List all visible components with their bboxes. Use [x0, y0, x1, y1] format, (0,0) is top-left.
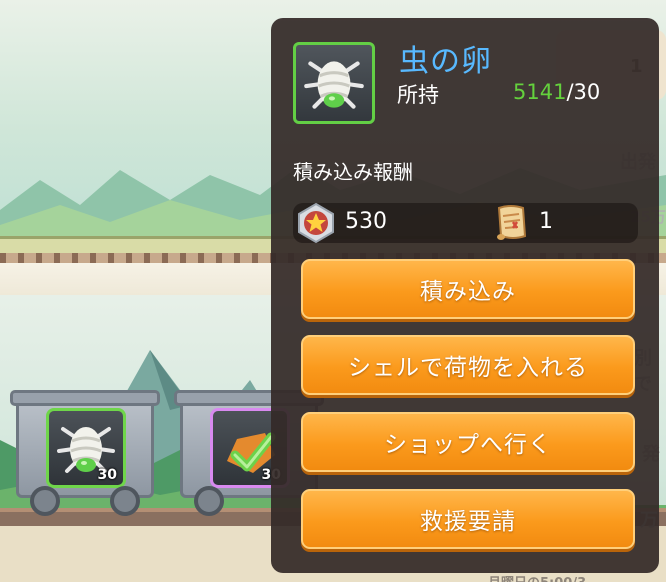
owned-count: 5141/30: [513, 80, 600, 104]
item-info-popup: 虫の卵 所持 5141/30 積み込み報酬 530 1 積み込み シェルで荷物を…: [271, 18, 659, 573]
reward-title: 積み込み報酬: [293, 160, 413, 184]
request-help-button[interactable]: 救援要請: [301, 489, 635, 549]
cart-item-count: 30: [97, 467, 117, 483]
reward-medal-value: 530: [345, 209, 387, 234]
bug-egg-icon: [304, 61, 364, 109]
star-medal-icon: [298, 202, 334, 244]
owned-max: /30: [566, 80, 601, 104]
cart-wheel: [194, 486, 224, 516]
item-name: 虫の卵: [399, 44, 492, 79]
reward-bar: 530 1: [293, 202, 638, 244]
reward-scroll-value: 1: [539, 209, 553, 234]
scroll-map-icon: [497, 205, 527, 240]
owned-current: 5141: [513, 80, 567, 104]
owned-label: 所持: [397, 83, 439, 107]
load-with-shell-button[interactable]: シェルで荷物を入れる: [301, 335, 635, 395]
cart-cargo-slot[interactable]: 30: [46, 408, 126, 488]
cargo-cart[interactable]: 30: [10, 388, 160, 516]
cart-rim: [10, 390, 160, 406]
cart-wheel: [110, 486, 140, 516]
load-cargo-button[interactable]: 積み込み: [301, 259, 635, 319]
cart-wheel: [30, 486, 60, 516]
go-to-shop-button[interactable]: ショップへ行く: [301, 412, 635, 472]
item-icon-frame: [293, 42, 375, 124]
bg-partial-text: 月曜日の5:00/3: [488, 572, 586, 582]
